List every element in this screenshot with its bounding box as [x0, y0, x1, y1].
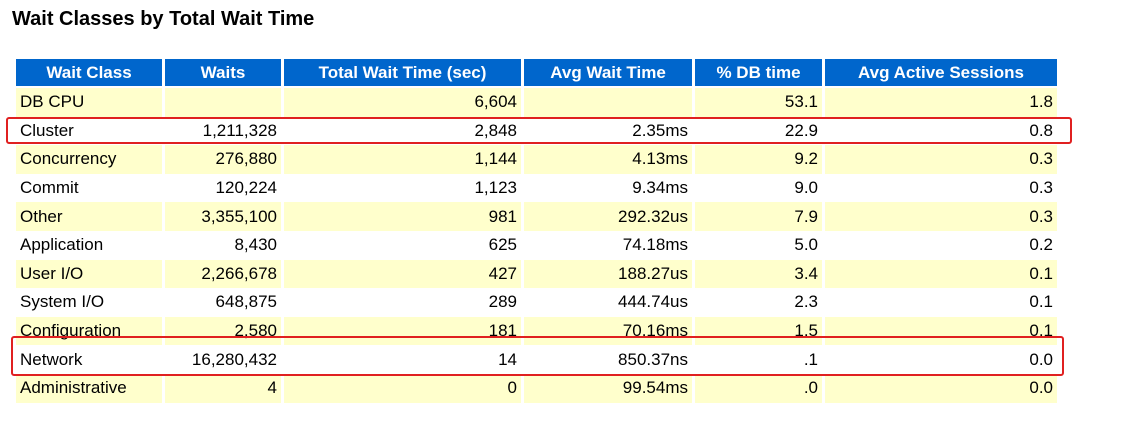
col-header-waits[interactable]: Waits: [165, 59, 281, 88]
cell-waits: 8,430: [165, 230, 281, 260]
cell-pct-db-time: 1.5: [695, 316, 822, 346]
page-title: Wait Classes by Total Wait Time: [12, 8, 315, 30]
cell-avg-wait-time: 850.37ns: [524, 345, 692, 374]
table-row: User I/O 2,266,678 427 188.27us 3.4 0.1: [16, 259, 1057, 289]
cell-pct-db-time: .1: [695, 345, 822, 374]
cell-avg-wait-time: 188.27us: [524, 259, 692, 289]
table-row: DB CPU 6,604 53.1 1.8: [16, 88, 1057, 117]
cell-total-wait-time: 2,848: [284, 116, 521, 146]
cell-avg-wait-time: 444.74us: [524, 288, 692, 317]
cell-avg-wait-time: 292.32us: [524, 202, 692, 231]
cell-pct-db-time: 9.0: [695, 173, 822, 203]
table-row: Concurrency 276,880 1,144 4.13ms 9.2 0.3: [16, 145, 1057, 174]
cell-waits: [165, 88, 281, 117]
cell-total-wait-time: 625: [284, 230, 521, 260]
cell-pct-db-time: 53.1: [695, 88, 822, 117]
cell-total-wait-time: 14: [284, 345, 521, 374]
table-row: Administrative 4 0 99.54ms .0 0.0: [16, 373, 1057, 403]
cell-avg-wait-time: 74.18ms: [524, 230, 692, 260]
cell-total-wait-time: 6,604: [284, 88, 521, 117]
cell-avg-wait-time: [524, 88, 692, 117]
cell-wait-class: User I/O: [16, 259, 162, 289]
cell-avg-active-sessions: 0.3: [825, 173, 1057, 203]
cell-wait-class: Administrative: [16, 373, 162, 403]
cell-waits: 120,224: [165, 173, 281, 203]
cell-wait-class: Other: [16, 202, 162, 231]
cell-avg-active-sessions: 0.3: [825, 202, 1057, 231]
cell-avg-active-sessions: 0.3: [825, 145, 1057, 174]
col-header-avg-wait-time[interactable]: Avg Wait Time: [524, 59, 692, 88]
cell-waits: 648,875: [165, 288, 281, 317]
cell-avg-active-sessions: 1.8: [825, 88, 1057, 117]
cell-total-wait-time: 1,123: [284, 173, 521, 203]
cell-waits: 4: [165, 373, 281, 403]
table-row: System I/O 648,875 289 444.74us 2.3 0.1: [16, 288, 1057, 317]
table-row: Commit 120,224 1,123 9.34ms 9.0 0.3: [16, 173, 1057, 203]
cell-avg-active-sessions: 0.1: [825, 259, 1057, 289]
cell-total-wait-time: 981: [284, 202, 521, 231]
cell-pct-db-time: 3.4: [695, 259, 822, 289]
cell-wait-class: Application: [16, 230, 162, 260]
cell-avg-active-sessions: 0.2: [825, 230, 1057, 260]
table-row: Application 8,430 625 74.18ms 5.0 0.2: [16, 230, 1057, 260]
cell-total-wait-time: 181: [284, 316, 521, 346]
wait-classes-table: Wait Class Waits Total Wait Time (sec) A…: [13, 59, 1060, 403]
cell-total-wait-time: 289: [284, 288, 521, 317]
cell-wait-class: DB CPU: [16, 88, 162, 117]
table-header-row: Wait Class Waits Total Wait Time (sec) A…: [16, 59, 1057, 88]
cell-waits: 1,211,328: [165, 116, 281, 146]
table-row: Cluster 1,211,328 2,848 2.35ms 22.9 0.8: [16, 116, 1057, 146]
cell-pct-db-time: 22.9: [695, 116, 822, 146]
col-header-wait-class[interactable]: Wait Class: [16, 59, 162, 88]
col-header-pct-db-time[interactable]: % DB time: [695, 59, 822, 88]
cell-pct-db-time: 2.3: [695, 288, 822, 317]
cell-waits: 276,880: [165, 145, 281, 174]
cell-pct-db-time: 9.2: [695, 145, 822, 174]
cell-total-wait-time: 1,144: [284, 145, 521, 174]
cell-avg-active-sessions: 0.1: [825, 288, 1057, 317]
table-row: Configuration 2,580 181 70.16ms 1.5 0.1: [16, 316, 1057, 346]
cell-waits: 2,580: [165, 316, 281, 346]
cell-avg-active-sessions: 0.0: [825, 373, 1057, 403]
cell-pct-db-time: 7.9: [695, 202, 822, 231]
cell-avg-wait-time: 9.34ms: [524, 173, 692, 203]
cell-wait-class: Concurrency: [16, 145, 162, 174]
cell-avg-wait-time: 70.16ms: [524, 316, 692, 346]
cell-wait-class: Cluster: [16, 116, 162, 146]
table-row: Other 3,355,100 981 292.32us 7.9 0.3: [16, 202, 1057, 231]
cell-avg-active-sessions: 0.0: [825, 345, 1057, 374]
col-header-total-wait-time[interactable]: Total Wait Time (sec): [284, 59, 521, 88]
cell-wait-class: Configuration: [16, 316, 162, 346]
col-header-avg-active-sessions[interactable]: Avg Active Sessions: [825, 59, 1057, 88]
cell-wait-class: Network: [16, 345, 162, 374]
cell-avg-wait-time: 2.35ms: [524, 116, 692, 146]
cell-wait-class: Commit: [16, 173, 162, 203]
cell-pct-db-time: .0: [695, 373, 822, 403]
cell-avg-wait-time: 4.13ms: [524, 145, 692, 174]
cell-waits: 16,280,432: [165, 345, 281, 374]
cell-avg-active-sessions: 0.8: [825, 116, 1057, 146]
cell-avg-wait-time: 99.54ms: [524, 373, 692, 403]
cell-avg-active-sessions: 0.1: [825, 316, 1057, 346]
cell-total-wait-time: 0: [284, 373, 521, 403]
cell-waits: 3,355,100: [165, 202, 281, 231]
cell-wait-class: System I/O: [16, 288, 162, 317]
cell-pct-db-time: 5.0: [695, 230, 822, 260]
cell-total-wait-time: 427: [284, 259, 521, 289]
cell-waits: 2,266,678: [165, 259, 281, 289]
table-row: Network 16,280,432 14 850.37ns .1 0.0: [16, 345, 1057, 374]
